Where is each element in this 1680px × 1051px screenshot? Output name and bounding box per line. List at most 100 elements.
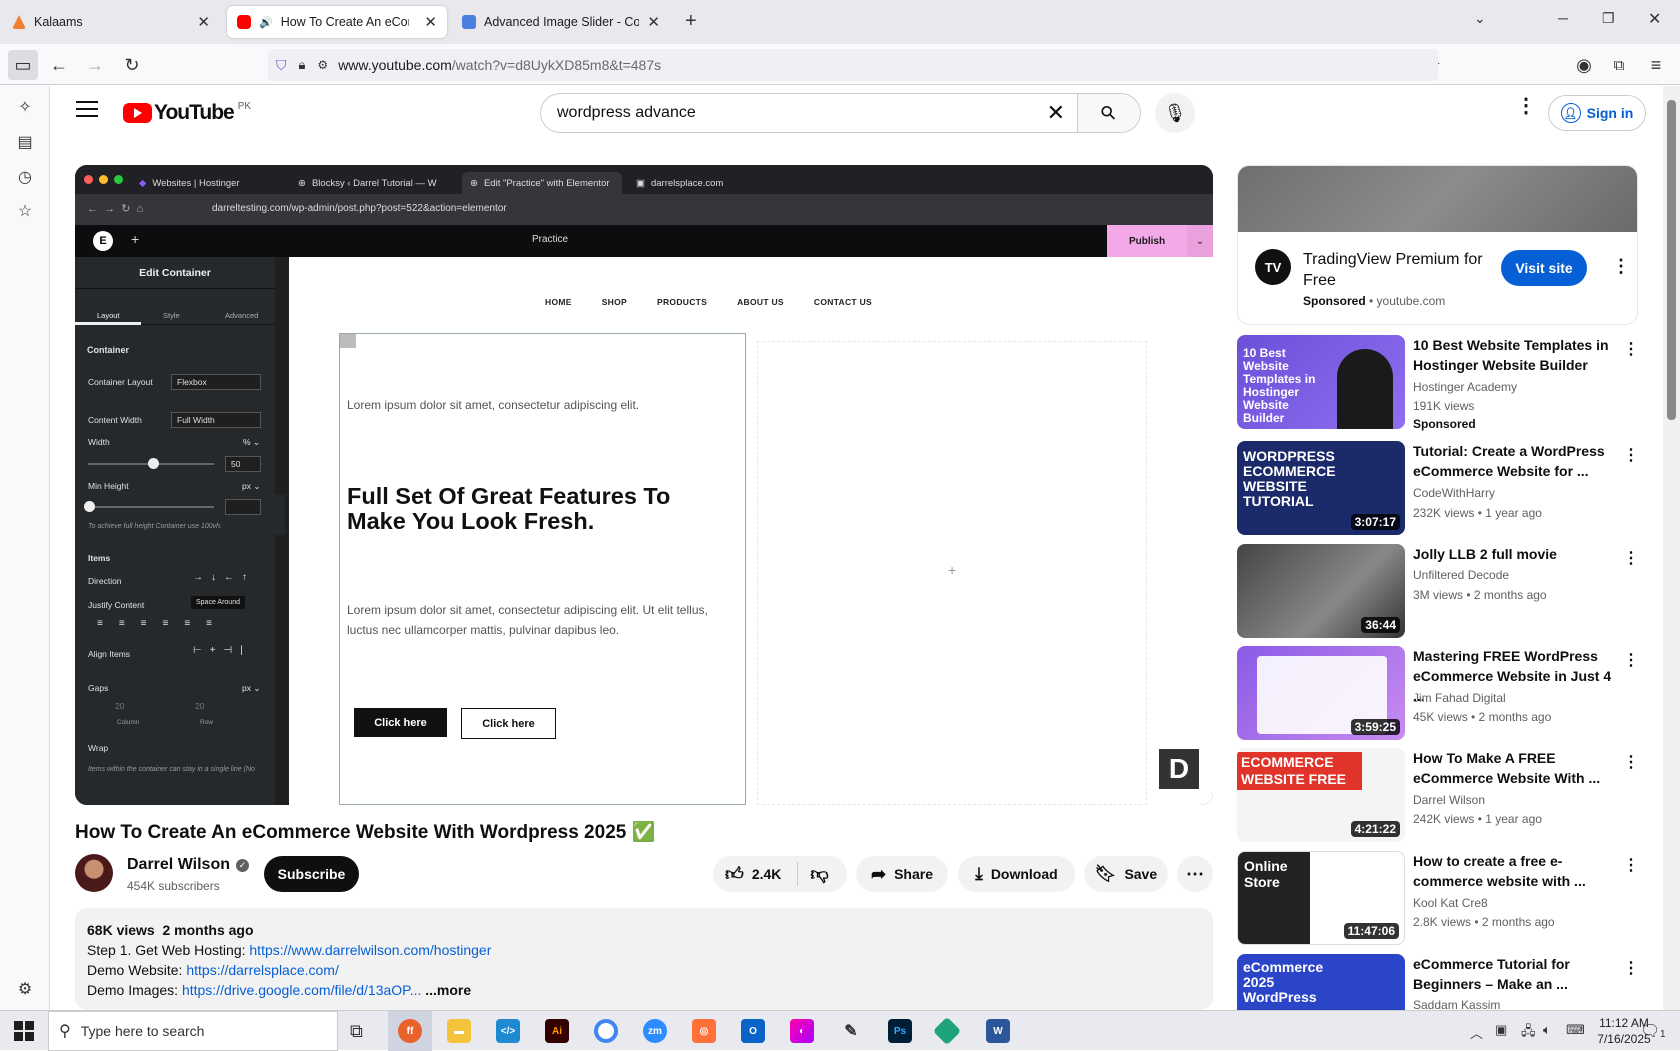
illustrator-icon[interactable]: Ai [545,1019,569,1043]
container-handle [340,334,356,348]
rec-item[interactable]: 3:59:25 Mastering FREE WordPress eCommer… [1237,646,1639,741]
firefox-icon[interactable]: ff [398,1019,422,1043]
settings-gear-icon[interactable]: ⚙ [14,978,36,1000]
video-player[interactable]: ◆ Websites | Hostinger ⊕ Blocksy ‹ Darrel … [75,165,1213,805]
youtube-logo[interactable]: YouTube PK [123,101,251,125]
rec-more-icon[interactable]: ⋮ [1623,752,1639,772]
rec-more-icon[interactable]: ⋮ [1623,339,1639,359]
paint-icon[interactable]: ◐ [790,1019,814,1043]
hosting-link[interactable]: https://www.darrelwilson.com/hostinger [249,942,491,958]
forward-arrow-icon[interactable]: → [80,50,110,80]
clear-search-icon[interactable]: ✕ [1047,100,1065,126]
demo-images-link[interactable]: https://drive.google.com/file/d/13aOP... [182,982,421,998]
sidebar-toggle-icon[interactable]: ▭ [8,50,38,80]
scrollbar-thumb[interactable] [1667,100,1676,420]
rec-duration: 11:47:06 [1343,923,1399,939]
tab-kalaams[interactable]: Kalaams ✕ [2,6,220,38]
extensions-icon[interactable]: ⧉ [1604,50,1634,80]
tab-youtube[interactable]: 🔊 How To Create An eCommerce ✕ [227,6,447,38]
demo-website-link[interactable]: https://darrelsplace.com/ [186,962,339,978]
app-diamond-icon[interactable] [932,1016,962,1046]
photoshop-icon[interactable]: Ps [888,1019,912,1043]
channel-name[interactable]: Darrel Wilson [127,856,230,874]
like-count[interactable]: 2.4K [752,866,782,882]
rec-more-icon[interactable]: ⋮ [1623,548,1639,568]
hamburger-menu-icon[interactable] [76,101,98,117]
add-element-icon: + [131,231,140,247]
tab-code-slider[interactable]: Advanced Image Slider - Code ✕ [452,6,670,38]
speaker-icon[interactable]: 🔊 [259,16,273,29]
lock-icon[interactable]: 🔒︎ [299,57,306,73]
address-bar[interactable]: ⛉ 🔒︎ ⚙ www.youtube.com /watch?v=d8UykXD8… [268,49,1438,81]
description-box[interactable]: 68K views 2 months ago Step 1. Get Web H… [75,908,1213,1010]
rec-item[interactable]: ECOMMERCE WEBSITE FREE 4:21:22 How To Ma… [1237,748,1639,843]
search-box[interactable]: wordpress advance ✕ [540,93,1077,133]
rec-item[interactable]: 36:44 Jolly LLB 2 full movie Unfiltered … [1237,544,1639,639]
search-input[interactable]: wordpress advance [557,104,696,122]
ai-chat-icon[interactable]: ✧ [14,96,36,118]
thumbs-down-icon[interactable]: 👎︎ [810,863,828,885]
notification-icon[interactable]: 🗨︎ [1640,1021,1660,1041]
tray-app-icon[interactable]: ▣ [1495,1022,1507,1038]
chevron-down-icon[interactable]: ⌄ [1474,10,1486,27]
back-arrow-icon[interactable]: ← [44,50,74,80]
subscribe-button[interactable]: Subscribe [264,856,359,892]
windows-start-icon[interactable] [14,1021,34,1041]
close-window-icon[interactable]: ✕ [1648,9,1661,29]
permissions-icon[interactable]: ⚙ [317,58,328,72]
new-tab-icon[interactable]: + [685,10,697,33]
bookmarks-icon[interactable]: ☆ [14,200,36,222]
rec-more-icon[interactable]: ⋮ [1623,855,1639,875]
rec-more-icon[interactable]: ⋮ [1623,958,1637,978]
rec-item[interactable]: 10 Best Website Templates in Hostinger W… [1237,335,1639,431]
maximize-icon[interactable]: ❐ [1602,10,1615,27]
zoom-icon[interactable]: zm [643,1019,667,1043]
close-tab-icon[interactable]: ✕ [424,13,437,31]
ad-card[interactable]: TV TradingView Premium for Free Sponsore… [1237,165,1638,325]
task-view-icon[interactable]: ⧉ [350,1021,363,1042]
share-button[interactable]: ➦ Share [856,856,948,892]
close-tab-icon[interactable]: ✕ [197,13,210,31]
menu-icon[interactable]: ≡ [1641,50,1671,80]
more-options-icon[interactable]: ⋮ [1516,96,1536,116]
pen-tool-icon[interactable]: ✎ [839,1019,863,1043]
postman-icon[interactable]: ◎ [692,1019,716,1043]
input-language-icon[interactable]: ⌨ [1566,1022,1585,1038]
search-button[interactable]: ⚲ [1077,93,1141,133]
more-actions-button[interactable]: ⋯ [1177,856,1213,892]
download-button[interactable]: ⤓ Download [958,856,1075,892]
page-scrollbar[interactable] [1663,86,1680,1010]
network-icon[interactable]: 🖧︎ [1521,1022,1536,1044]
outlook-icon[interactable]: O [741,1019,765,1043]
account-icon[interactable]: ◉ [1569,50,1599,80]
rec-item[interactable]: eCommerce 2025 WordPress eCommerce Tutor… [1237,954,1637,1010]
thumbs-up-icon[interactable]: 👍︎ [725,863,744,885]
vscode-icon[interactable]: </> [496,1019,520,1043]
thumbnail-person [1337,349,1393,429]
close-tab-icon[interactable]: ✕ [647,13,660,31]
save-button[interactable]: 🔖︎ Save [1084,856,1168,892]
visit-site-button[interactable]: Visit site [1501,250,1587,286]
voice-search-mic-icon[interactable]: 🎙︎ [1155,93,1195,133]
show-more-link[interactable]: ...more [425,982,471,998]
rec-more-icon[interactable]: ⋮ [1623,650,1639,670]
synced-tabs-icon[interactable]: ▤ [14,131,36,153]
volume-icon[interactable]: 🔈︎ [1543,1022,1551,1038]
history-icon[interactable]: ◷ [14,166,36,188]
file-explorer-icon[interactable]: ▬ [447,1019,471,1043]
inner-address-bar: ← → ↻ ⌂ darreltesting.com/wp-admin/post.… [75,194,1213,225]
rec-more-icon[interactable]: ⋮ [1623,445,1639,465]
word-icon[interactable]: W [986,1019,1010,1043]
rec-thumbnail: 36:44 [1237,544,1405,638]
rec-item[interactable]: Online Store 11:47:06 How to create a fr… [1237,851,1639,946]
reload-icon[interactable]: ↻ [117,50,147,80]
taskbar-search[interactable]: ⚲ Type here to search [48,1011,338,1051]
rec-item[interactable]: WORDPRESS ECOMMERCE WEBSITE TUTORIAL 3:0… [1237,441,1639,536]
sign-in-button[interactable]: 👤︎ Sign in [1548,95,1646,131]
tray-chevron-icon[interactable]: ︿ [1470,1023,1483,1042]
channel-avatar[interactable] [75,854,113,892]
minimize-icon[interactable]: ─ [1558,10,1568,26]
shield-icon[interactable]: ⛉ [276,57,287,74]
chrome-icon[interactable] [594,1019,618,1043]
ad-more-icon[interactable]: ⋮ [1612,256,1630,277]
